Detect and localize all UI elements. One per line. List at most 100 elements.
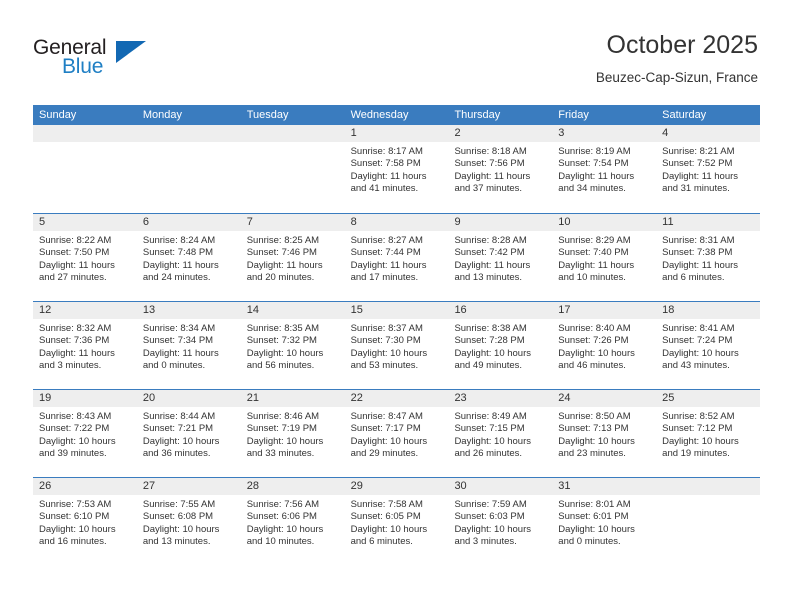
day-number: 25	[662, 392, 675, 404]
day-number: 11	[662, 216, 674, 228]
day-number-band	[33, 125, 137, 142]
day-info: Sunrise: 8:01 AM Sunset: 6:01 PM Daylight:…	[552, 495, 656, 549]
day-cell[interactable]: 22 Sunrise: 8:47 AM Sunset: 7:17 PM Dayligh…	[344, 390, 449, 477]
day-cell[interactable]: 15 Sunrise: 8:37 AM Sunset: 7:30 PM Dayligh…	[344, 302, 449, 389]
day-number-band: 9	[448, 214, 553, 231]
daylight-text-line2: and 13 minutes.	[142, 536, 211, 548]
day-number: 2	[454, 127, 461, 139]
day-cell[interactable]: 23 Sunrise: 8:49 AM Sunset: 7:15 PM Dayligh…	[448, 390, 553, 477]
day-info: Sunrise: 7:59 AM Sunset: 6:03 PM Daylight:…	[448, 495, 552, 549]
day-cell[interactable]: 9 Sunrise: 8:28 AM Sunset: 7:42 PM Daylight…	[448, 214, 553, 301]
day-cell[interactable]: 4 Sunrise: 8:21 AM Sunset: 7:52 PM Daylight…	[656, 125, 761, 213]
sunset-text: Sunset: 7:56 PM	[454, 158, 525, 170]
day-number: 4	[662, 127, 669, 139]
day-cell[interactable]: 13 Sunrise: 8:34 AM Sunset: 7:34 PM Dayligh…	[136, 302, 241, 389]
calendar-grid: Sunday Monday Tuesday Wednesday Thursday Frid…	[33, 105, 761, 565]
day-number: 29	[350, 480, 363, 492]
day-number: 18	[662, 304, 675, 316]
sunrise-text: Sunrise: 8:41 AM	[662, 323, 735, 334]
day-cell[interactable]: 29 Sunrise: 7:58 AM Sunset: 6:05 PM Dayligh…	[344, 478, 449, 565]
day-cell[interactable]: 6 Sunrise: 8:24 AM Sunset: 7:48 PM Daylight…	[136, 214, 241, 301]
sunrise-text: Sunrise: 8:52 AM	[662, 411, 735, 422]
sunrise-text: Sunrise: 8:47 AM	[350, 411, 423, 422]
day-number-band: 7	[240, 214, 345, 231]
day-info: Sunrise: 8:29 AM Sunset: 7:40 PM Daylight:…	[552, 231, 656, 285]
day-number: 5	[39, 216, 46, 228]
daylight-text-line1: Daylight: 10 hours	[350, 435, 428, 447]
day-number-band: 26	[33, 478, 137, 495]
day-number: 28	[246, 480, 259, 492]
day-cell[interactable]: 28 Sunrise: 7:56 AM Sunset: 6:06 PM Dayligh…	[240, 478, 345, 565]
day-info: Sunrise: 8:43 AM Sunset: 7:22 PM Daylight:…	[33, 407, 137, 461]
day-cell[interactable]: 26 Sunrise: 7:53 AM Sunset: 6:10 PM Dayligh…	[33, 478, 137, 565]
weekday-header-wednesday: Wednesday	[350, 109, 409, 121]
day-info: Sunrise: 8:19 AM Sunset: 7:54 PM Daylight:…	[552, 142, 656, 196]
day-cell-empty	[240, 125, 345, 213]
sunset-text: Sunset: 7:13 PM	[558, 423, 629, 435]
day-info: Sunrise: 8:46 AM Sunset: 7:19 PM Daylight:…	[241, 407, 345, 461]
day-cell[interactable]: 7 Sunrise: 8:25 AM Sunset: 7:46 PM Daylight…	[240, 214, 345, 301]
day-cell[interactable]: 5 Sunrise: 8:22 AM Sunset: 7:50 PM Daylight…	[33, 214, 137, 301]
week-row: 26 Sunrise: 7:53 AM Sunset: 6:10 PM Dayligh…	[33, 477, 761, 565]
sunrise-text: Sunrise: 8:18 AM	[454, 146, 527, 157]
sunset-text: Sunset: 7:52 PM	[662, 158, 733, 170]
sunrise-text: Sunrise: 8:17 AM	[350, 146, 423, 157]
day-number: 9	[454, 216, 461, 228]
day-number-band: 10	[552, 214, 657, 231]
day-cell[interactable]: 12 Sunrise: 8:32 AM Sunset: 7:36 PM Dayligh…	[33, 302, 137, 389]
day-cell[interactable]: 2 Sunrise: 8:18 AM Sunset: 7:56 PM Daylight…	[448, 125, 553, 213]
sunrise-text: Sunrise: 8:34 AM	[142, 323, 216, 334]
day-cell[interactable]: 11 Sunrise: 8:31 AM Sunset: 7:38 PM Dayligh…	[656, 214, 761, 301]
day-cell[interactable]: 16 Sunrise: 8:38 AM Sunset: 7:28 PM Dayligh…	[448, 302, 553, 389]
daylight-text-line1: Daylight: 10 hours	[246, 435, 324, 447]
day-info: Sunrise: 8:41 AM Sunset: 7:24 PM Daylight:…	[656, 319, 760, 373]
calendar-page: General Blue October 2025 Beuzec-Cap-Siz…	[0, 0, 792, 612]
day-cell[interactable]: 14 Sunrise: 8:35 AM Sunset: 7:32 PM Dayligh…	[240, 302, 345, 389]
daylight-text-line2: and 26 minutes.	[454, 448, 523, 460]
day-cell[interactable]: 20 Sunrise: 8:44 AM Sunset: 7:21 PM Dayligh…	[136, 390, 241, 477]
daylight-text-line2: and 10 minutes.	[246, 536, 315, 548]
day-number-band: 28	[240, 478, 345, 495]
daylight-text-line2: and 39 minutes.	[39, 448, 107, 460]
day-cell[interactable]: 3 Sunrise: 8:19 AM Sunset: 7:54 PM Daylight…	[552, 125, 657, 213]
day-cell[interactable]: 1 Sunrise: 8:17 AM Sunset: 7:58 PM Daylight…	[344, 125, 449, 213]
day-number-band	[656, 478, 761, 495]
general-blue-logo[interactable]: General Blue	[33, 36, 163, 80]
sunrise-text: Sunrise: 7:59 AM	[454, 499, 527, 510]
day-cell[interactable]: 17 Sunrise: 8:40 AM Sunset: 7:26 PM Dayligh…	[552, 302, 657, 389]
week-row: 1 Sunrise: 8:17 AM Sunset: 7:58 PM Daylight…	[33, 125, 761, 213]
day-cell[interactable]: 8 Sunrise: 8:27 AM Sunset: 7:44 PM Daylight…	[344, 214, 449, 301]
daylight-text-line2: and 10 minutes.	[558, 272, 626, 284]
day-info: Sunrise: 7:55 AM Sunset: 6:08 PM Daylight:…	[137, 495, 241, 549]
day-number: 14	[246, 304, 259, 316]
daylight-text-line2: and 23 minutes.	[558, 448, 626, 460]
day-number-band: 24	[552, 390, 657, 407]
day-number: 20	[142, 392, 156, 404]
day-cell[interactable]: 30 Sunrise: 7:59 AM Sunset: 6:03 PM Dayligh…	[448, 478, 553, 565]
day-cell[interactable]: 31 Sunrise: 8:01 AM Sunset: 6:01 PM Dayligh…	[552, 478, 657, 565]
sunrise-text: Sunrise: 8:50 AM	[558, 411, 631, 422]
daylight-text-line1: Daylight: 10 hours	[246, 347, 324, 359]
daylight-text-line2: and 27 minutes.	[39, 272, 107, 284]
day-cell[interactable]: 21 Sunrise: 8:46 AM Sunset: 7:19 PM Dayligh…	[240, 390, 345, 477]
sunset-text: Sunset: 7:40 PM	[558, 247, 629, 259]
day-cell[interactable]: 19 Sunrise: 8:43 AM Sunset: 7:22 PM Dayligh…	[33, 390, 137, 477]
day-info: Sunrise: 8:37 AM Sunset: 7:30 PM Daylight:…	[345, 319, 449, 373]
sunrise-text: Sunrise: 8:35 AM	[246, 323, 320, 334]
daylight-text-line2: and 3 minutes.	[454, 536, 517, 548]
day-cell[interactable]: 24 Sunrise: 8:50 AM Sunset: 7:13 PM Dayligh…	[552, 390, 657, 477]
day-cell[interactable]: 10 Sunrise: 8:29 AM Sunset: 7:40 PM Dayligh…	[552, 214, 657, 301]
day-number-band: 29	[344, 478, 449, 495]
day-number: 17	[558, 304, 571, 316]
day-cell[interactable]: 18 Sunrise: 8:41 AM Sunset: 7:24 PM Dayligh…	[656, 302, 761, 389]
day-cell[interactable]: 27 Sunrise: 7:55 AM Sunset: 6:08 PM Dayligh…	[136, 478, 241, 565]
day-number: 7	[246, 216, 253, 228]
sunrise-text: Sunrise: 8:29 AM	[558, 235, 631, 246]
daylight-text-line2: and 24 minutes.	[142, 272, 211, 284]
daylight-text-line2: and 31 minutes.	[662, 183, 730, 195]
day-number-band: 23	[448, 390, 553, 407]
day-cell[interactable]: 25 Sunrise: 8:52 AM Sunset: 7:12 PM Dayligh…	[656, 390, 761, 477]
weekday-header-sunday: Sunday	[39, 109, 77, 121]
daylight-text-line2: and 3 minutes.	[39, 360, 102, 372]
sunset-text: Sunset: 7:50 PM	[39, 247, 110, 259]
